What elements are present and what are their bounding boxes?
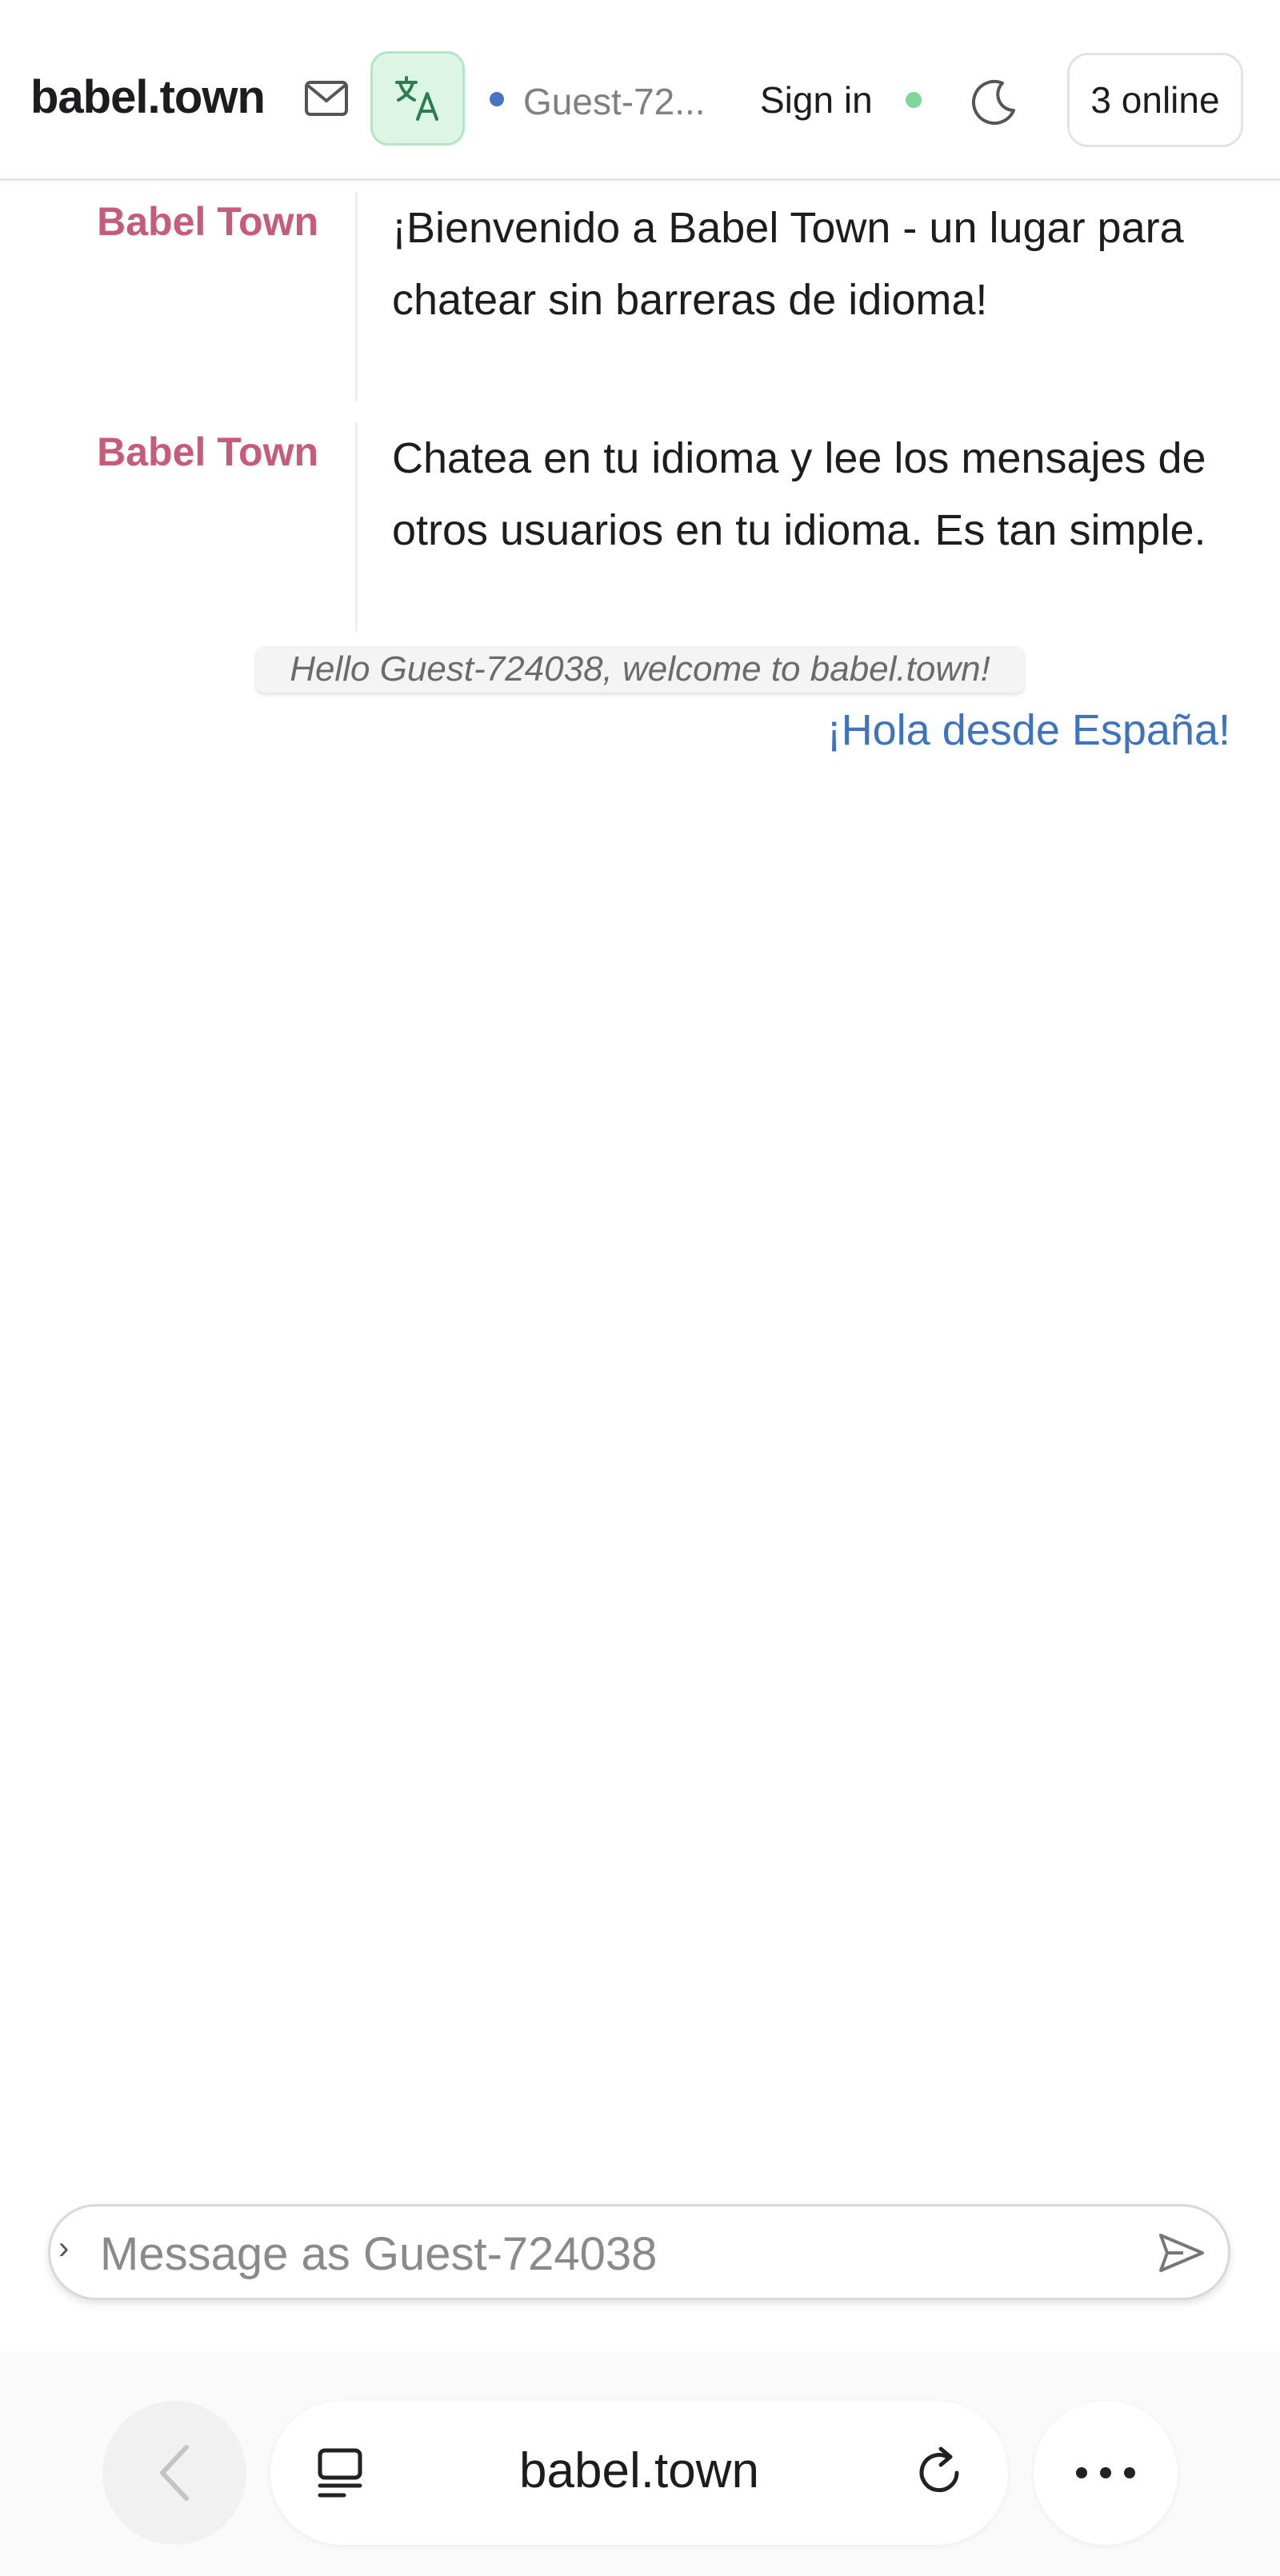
message-divider [355,192,358,401]
more-icon [1076,2467,1135,2478]
message-text: ¡Bienvenido a Babel Town - un lugar para… [392,204,1184,324]
address-bar[interactable]: babel.town [270,2401,1008,2545]
own-message: ¡Hola desde España! [826,706,1230,754]
chat-message: Babel Town Chatea en tu idioma y lee los… [0,422,1280,632]
chat-message: Babel Town ¡Bienvenido a Babel Town - un… [0,192,1280,401]
send-icon[interactable] [1158,2231,1206,2275]
message-input[interactable] [98,2223,1110,2285]
message-sender[interactable]: Babel Town [97,429,318,475]
user-name[interactable]: Guest-72... [523,80,719,123]
chevron-left-icon [160,2445,189,2501]
expand-chevron-icon[interactable]: › [58,2231,69,2266]
url-text: babel.town [519,2443,759,2498]
app-header: babel.town Guest-72... Sign in 3 online [0,0,1280,181]
translate-button[interactable] [370,51,465,146]
system-welcome-note: Hello Guest-724038, welcome to babel.tow… [256,646,1024,693]
message-text: Chatea en tu idioma y lee los mensajes d… [392,434,1206,554]
sign-in-link[interactable]: Sign in [760,78,873,122]
message-composer: › [48,2204,1230,2300]
online-status-dot [906,92,922,108]
user-status-dot [490,92,504,106]
message-divider [355,422,358,632]
mail-icon[interactable] [304,80,349,117]
brand-title[interactable]: babel.town [30,70,266,124]
message-sender[interactable]: Babel Town [97,198,318,245]
browser-toolbar: babel.town [0,2351,1280,2576]
back-button[interactable] [102,2401,246,2545]
moon-icon[interactable] [970,78,1018,126]
translate-icon [395,76,438,121]
reload-icon[interactable] [910,2444,968,2502]
more-button[interactable] [1034,2401,1178,2545]
online-count-button[interactable]: 3 online [1067,53,1243,147]
